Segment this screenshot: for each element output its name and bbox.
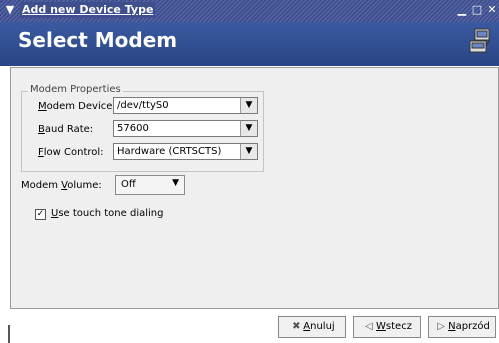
touch-tone-label[interactable]: Use touch tone dialing bbox=[51, 208, 163, 219]
back-button[interactable]: ◁ Wstecz bbox=[353, 316, 421, 338]
chevron-down-icon[interactable]: ▼ bbox=[240, 121, 257, 136]
modem-volume-label: Modem Volume: bbox=[21, 180, 102, 191]
window-title: Add new Device Type bbox=[20, 2, 156, 18]
left-edge-bar bbox=[8, 325, 10, 343]
cancel-icon: ✖ bbox=[292, 321, 301, 332]
modem-device-label: Modem Device: bbox=[38, 101, 116, 112]
flow-control-value[interactable]: Hardware (CRTSCTS) bbox=[117, 145, 221, 159]
chevron-down-icon[interactable]: ▼ bbox=[3, 3, 17, 17]
minimize-button[interactable]: ▁ bbox=[455, 3, 469, 17]
modem-properties-label: Modem Properties bbox=[28, 84, 123, 95]
baud-rate-label: Baud Rate: bbox=[38, 124, 94, 135]
touch-tone-checkbox[interactable]: ✓ bbox=[35, 209, 46, 220]
back-arrow-icon: ◁ bbox=[365, 321, 373, 332]
chevron-down-icon: ▼ bbox=[172, 178, 179, 188]
modem-icon bbox=[469, 28, 491, 53]
baud-rate-value[interactable]: 57600 bbox=[117, 122, 149, 136]
forward-button[interactable]: ▷ Naprzód bbox=[428, 316, 496, 338]
flow-control-label: Flow Control: bbox=[38, 147, 104, 158]
modem-volume-select[interactable]: Off ▼ bbox=[115, 175, 185, 195]
header-banner: Select Modem bbox=[0, 22, 499, 66]
modem-volume-value: Off bbox=[121, 179, 136, 190]
cancel-button[interactable]: ✖ Anuluj bbox=[278, 316, 346, 338]
chevron-down-icon[interactable]: ▼ bbox=[240, 144, 257, 159]
page-title: Select Modem bbox=[18, 28, 178, 52]
flow-control-combo[interactable]: Hardware (CRTSCTS) ▼ bbox=[113, 143, 258, 160]
close-button[interactable]: ✕ bbox=[485, 3, 499, 17]
baud-rate-combo[interactable]: 57600 ▼ bbox=[113, 120, 258, 137]
modem-device-combo[interactable]: /dev/ttyS0 ▼ bbox=[113, 97, 258, 114]
modem-device-value[interactable]: /dev/ttyS0 bbox=[117, 99, 169, 113]
window-titlebar[interactable]: ▼ Add new Device Type ▁ □ ✕ bbox=[0, 0, 499, 22]
chevron-down-icon[interactable]: ▼ bbox=[240, 98, 257, 113]
maximize-button[interactable]: □ bbox=[470, 3, 484, 17]
forward-arrow-icon: ▷ bbox=[437, 321, 445, 332]
